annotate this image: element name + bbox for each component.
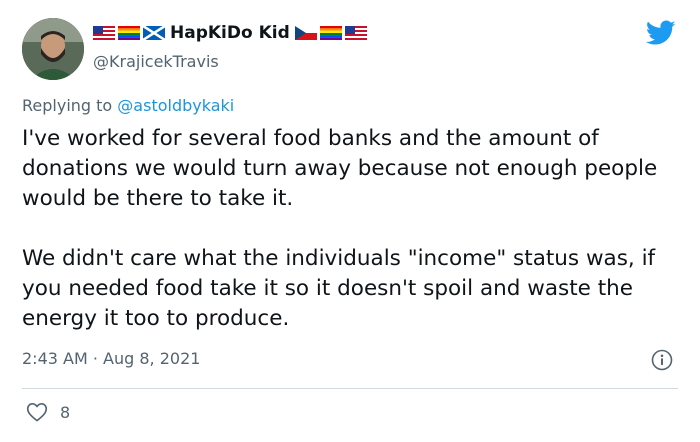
heart-icon	[26, 403, 48, 422]
divider	[22, 388, 678, 389]
author-handle[interactable]: @KrajicekTravis	[93, 52, 219, 71]
czech-flag-icon	[294, 26, 317, 40]
reply-mention-link[interactable]: @astoldbykaki	[117, 96, 234, 115]
info-icon[interactable]	[651, 349, 673, 371]
rainbow-flag-icon	[118, 26, 140, 40]
tweet-text: I've worked for several food banks and t…	[22, 124, 692, 334]
scotland-flag-icon	[143, 26, 165, 40]
us-flag-icon	[93, 26, 115, 40]
like-count: 8	[60, 402, 71, 422]
reply-context: Replying to @astoldbykaki	[22, 96, 234, 115]
like-button[interactable]: 8	[26, 402, 70, 422]
reply-prefix: Replying to	[22, 96, 118, 115]
us-flag-icon	[344, 26, 367, 40]
display-name[interactable]: HapKiDo Kid	[93, 23, 367, 43]
display-name-text: HapKiDo Kid	[170, 23, 290, 43]
twitter-bird-icon[interactable]	[645, 20, 676, 46]
tweet-timestamp[interactable]: 2:43 AM · Aug 8, 2021	[22, 349, 200, 368]
tweet-paragraph: We didn't care what the individuals "inc…	[22, 246, 656, 331]
tweet-paragraph: I've worked for several food banks and t…	[22, 126, 658, 211]
rainbow-flag-icon	[319, 26, 342, 40]
avatar[interactable]	[22, 18, 84, 80]
